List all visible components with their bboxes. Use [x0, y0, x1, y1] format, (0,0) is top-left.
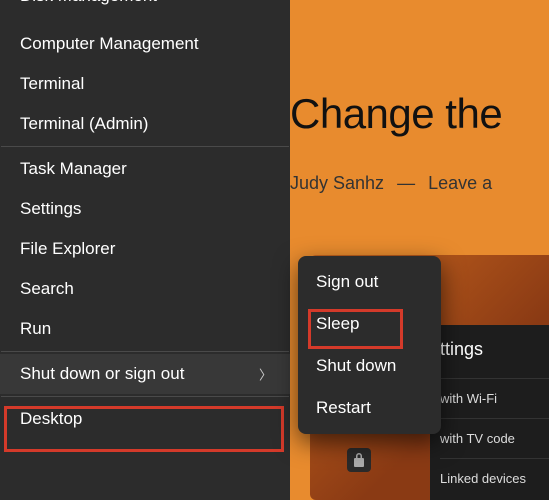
menu-item-desktop[interactable]: Desktop — [0, 399, 290, 439]
menu-item-terminal[interactable]: Terminal — [0, 64, 290, 104]
menu-item-settings[interactable]: Settings — [0, 189, 290, 229]
lock-icon — [347, 448, 371, 472]
winx-context-menu: Disk Management Computer Management Term… — [0, 0, 290, 500]
article-leave-comment: Leave a — [428, 173, 492, 193]
byline-separator: — — [397, 173, 415, 193]
menu-item-label: Search — [20, 279, 74, 299]
menu-item-disk-management[interactable]: Disk Management — [0, 0, 290, 24]
menu-item-computer-management[interactable]: Computer Management — [0, 24, 290, 64]
menu-item-task-manager[interactable]: Task Manager — [0, 149, 290, 189]
menu-item-run[interactable]: Run — [0, 309, 290, 349]
menu-item-label: Terminal — [20, 74, 84, 94]
menu-item-label: Settings — [20, 199, 81, 219]
settings-row: with Wi-Fi — [440, 378, 549, 418]
menu-item-label: Run — [20, 319, 51, 339]
submenu-item-label: Restart — [316, 398, 371, 418]
power-submenu: Sign out Sleep Shut down Restart — [298, 256, 441, 434]
settings-header: ttings — [440, 339, 549, 360]
menu-item-label: Task Manager — [20, 159, 127, 179]
menu-item-shutdown-signout[interactable]: Shut down or sign out 〉 — [0, 354, 290, 394]
menu-item-label: File Explorer — [20, 239, 115, 259]
article-background: Change the Judy Sanhz — Leave a — [290, 90, 549, 194]
submenu-item-label: Sleep — [316, 314, 359, 334]
article-byline: Judy Sanhz — Leave a — [290, 173, 549, 194]
menu-item-search[interactable]: Search — [0, 269, 290, 309]
menu-item-terminal-admin[interactable]: Terminal (Admin) — [0, 104, 290, 144]
menu-item-label: Shut down or sign out — [20, 364, 184, 384]
submenu-item-restart[interactable]: Restart — [298, 387, 441, 429]
settings-row: with TV code — [440, 418, 549, 458]
menu-item-file-explorer[interactable]: File Explorer — [0, 229, 290, 269]
menu-item-label: Computer Management — [20, 34, 199, 54]
menu-separator — [1, 396, 289, 397]
submenu-item-label: Shut down — [316, 356, 396, 376]
chevron-right-icon: 〉 — [259, 365, 272, 384]
settings-row: Linked devices — [440, 458, 549, 498]
menu-separator — [1, 351, 289, 352]
submenu-item-shut-down[interactable]: Shut down — [298, 345, 441, 387]
submenu-item-label: Sign out — [316, 272, 378, 292]
menu-separator — [1, 146, 289, 147]
article-author: Judy Sanhz — [290, 173, 384, 193]
settings-panel: ttings with Wi-Fi with TV code Linked de… — [430, 325, 549, 500]
submenu-item-sleep[interactable]: Sleep — [298, 303, 441, 345]
article-title: Change the — [290, 90, 549, 138]
menu-item-label: Terminal (Admin) — [20, 114, 148, 134]
menu-item-label: Disk Management — [20, 0, 157, 6]
menu-item-label: Desktop — [20, 409, 82, 429]
submenu-item-sign-out[interactable]: Sign out — [298, 261, 441, 303]
